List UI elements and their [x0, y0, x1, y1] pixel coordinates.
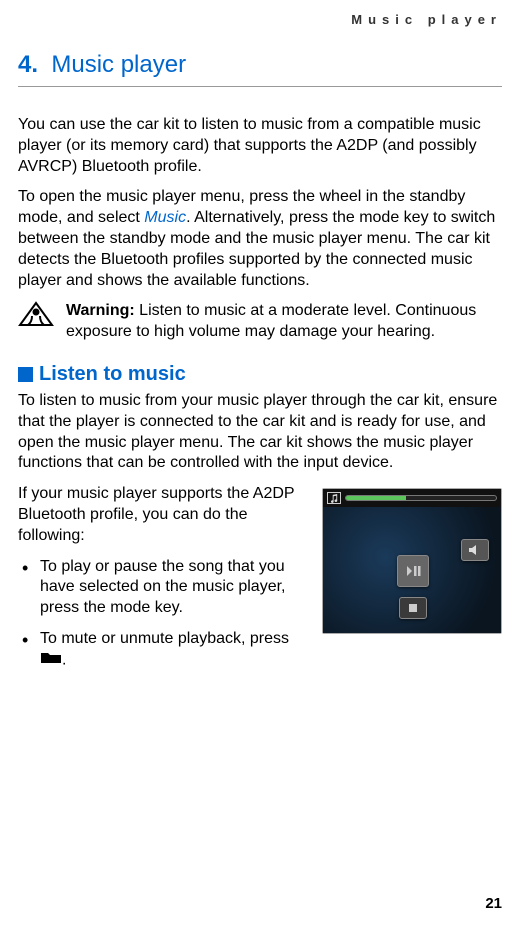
- bullet-2-suffix: .: [62, 651, 66, 668]
- chapter-name: Music player: [51, 51, 186, 78]
- folder-key-icon: [40, 650, 62, 671]
- warning-icon: [18, 301, 56, 336]
- section-heading-text: Listen to music: [39, 361, 186, 387]
- running-header: Music player: [18, 12, 502, 29]
- chapter-number: 4.: [18, 51, 38, 78]
- chapter-title: 4. Music player: [18, 49, 502, 80]
- list-item: To play or pause the song that you have …: [18, 557, 502, 619]
- listen-paragraph-1: To listen to music from your music playe…: [18, 391, 502, 474]
- device-statusbar: [323, 489, 501, 507]
- progress-bar: [345, 495, 497, 501]
- music-note-icon: [327, 492, 341, 504]
- intro-paragraph-2: To open the music player menu, press the…: [18, 187, 502, 291]
- bullet-list: To play or pause the song that you have …: [18, 557, 502, 672]
- warning-block: Warning: Listen to music at a moderate l…: [18, 301, 502, 343]
- page-number: 21: [485, 894, 502, 914]
- list-item: To mute or unmute playback, press .: [18, 629, 502, 671]
- title-rule: [18, 86, 502, 87]
- bullet-2-text: To mute or unmute playback, press: [40, 630, 289, 647]
- intro-paragraph-1: You can use the car kit to listen to mus…: [18, 115, 502, 177]
- warning-label: Warning:: [66, 302, 135, 319]
- square-bullet-icon: [18, 367, 33, 382]
- music-link[interactable]: Music: [144, 209, 186, 226]
- warning-text: Warning: Listen to music at a moderate l…: [66, 301, 502, 343]
- section-heading-listen: Listen to music: [18, 361, 502, 387]
